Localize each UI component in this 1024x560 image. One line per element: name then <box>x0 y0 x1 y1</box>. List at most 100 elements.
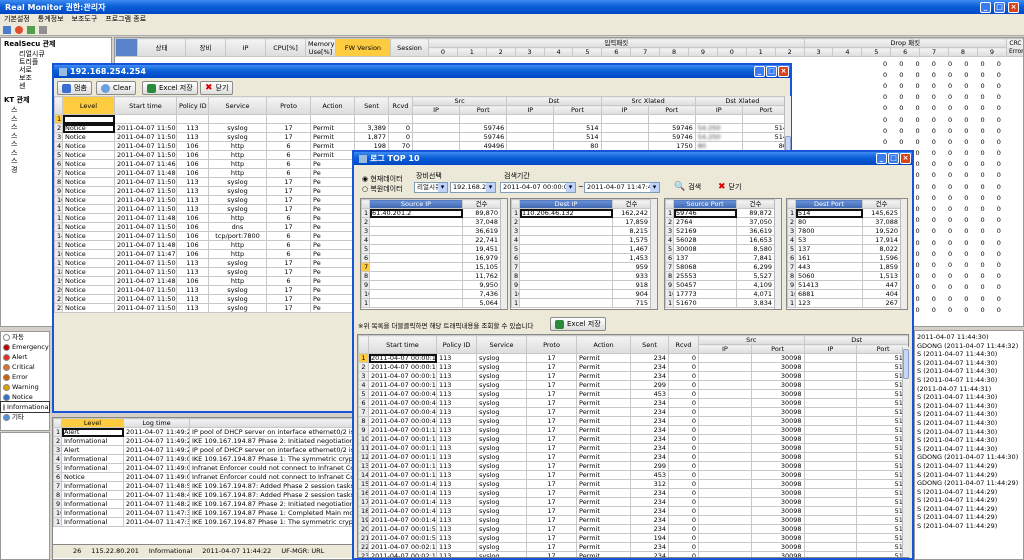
maximize-button[interactable]: □ <box>994 2 1005 13</box>
list-item[interactable]: 3 52169 36,619 <box>665 226 775 236</box>
table-row[interactable]: 9 2011-04-07 00:01:15 113 syslog 17 Permit 234… <box>358 425 908 435</box>
table-row[interactable]: 13 2011-04-07 00:01:15 113 syslog 17 Permit 29… <box>358 461 908 471</box>
list-item[interactable]: 10 7,436 <box>361 289 501 299</box>
col-rcvd[interactable]: Rcvd <box>388 96 413 115</box>
list-item[interactable]: 8 25553 5,527 <box>665 271 775 281</box>
table-row[interactable]: 4 2011-04-07 00:00:16 113 syslog 17 Permit 299… <box>358 380 908 390</box>
list-scrollbar[interactable] <box>500 199 507 309</box>
list-item[interactable]: 9 918 <box>511 280 651 290</box>
table-row[interactable]: 10 2011-04-07 00:01:15 113 syslog 17 Permit 23… <box>358 434 908 444</box>
list-item[interactable]: 7 959 <box>511 262 651 272</box>
table-row[interactable]: 2Notice2011-04-07 11:50:25113syslog17Per… <box>54 123 790 133</box>
level-filter-item[interactable]: Warning <box>1 382 49 392</box>
table-row[interactable]: 17 2011-04-07 00:01:47 113 syslog 17 Permit 23… <box>358 497 908 507</box>
list-item[interactable]: 8 5060 1,513 <box>787 271 901 281</box>
d-col-rcvd[interactable]: Rcvd <box>668 335 699 354</box>
level-filter-item[interactable]: Emergency <box>1 342 49 352</box>
count-header[interactable]: 건수 <box>462 199 501 209</box>
level-filter-item[interactable]: Notice <box>1 392 49 402</box>
alert-row[interactable]: 1 Alert 2011-04-07 11:49:28 IP pool of DHCP… <box>53 427 356 437</box>
source-ip-header[interactable]: Source IP <box>369 199 463 209</box>
alert-row[interactable]: 10Informational2011-04-07 11:47:36IKE 10… <box>53 508 356 518</box>
list-item[interactable]: 3 36,619 <box>361 226 501 236</box>
list-item[interactable]: 2 17,859 <box>511 217 651 227</box>
list-scrollbar[interactable] <box>774 199 781 309</box>
list-item[interactable]: 7 58068 6,299 <box>665 262 775 272</box>
list-item[interactable]: 5 30008 8,580 <box>665 244 775 254</box>
level-filter-item[interactable]: 기타 <box>1 412 49 422</box>
list-item[interactable]: 2 37,048 <box>361 217 501 227</box>
list-item[interactable]: 4 22,741 <box>361 235 501 245</box>
d-col-start-time[interactable]: Start time <box>368 335 437 354</box>
table-row[interactable]: 21 2011-04-07 00:01:53 113 syslog 17 Permit 19… <box>358 533 908 543</box>
list-item[interactable]: 11123267 <box>787 298 901 308</box>
list-item[interactable]: 4 53 17,914 <box>787 235 901 245</box>
list-item[interactable]: 3 8,215 <box>511 226 651 236</box>
table-row[interactable]: 11 2011-04-07 00:01:15 113 syslog 17 Permit 23… <box>358 443 908 453</box>
d-col-proto[interactable]: Proto <box>526 335 577 354</box>
menu-tools[interactable]: 보조도구 <box>72 14 98 24</box>
alert-row[interactable]: 5 Informational 2011-04-07 11:49:04 Infrane… <box>53 463 356 473</box>
d-col-policy[interactable]: Policy ID <box>436 335 477 354</box>
list-item[interactable]: 4 1,575 <box>511 235 651 245</box>
level-filter-item[interactable]: Critical <box>1 362 49 372</box>
menu-stats[interactable]: 통계정보 <box>38 14 64 24</box>
list-item[interactable]: 1 514 145,625 <box>787 208 901 218</box>
log-minimize-button[interactable]: _ <box>754 66 765 77</box>
list-item[interactable]: 2 2764 37,050 <box>665 217 775 227</box>
col-ip[interactable]: IP <box>225 38 266 57</box>
dest-ip-header[interactable]: Dest IP <box>519 199 613 209</box>
device-type-select[interactable]: 리얼시큐 <box>414 182 448 193</box>
dest-port-header[interactable]: Dest Port <box>795 199 863 209</box>
level-filter-item[interactable]: Informational <box>0 401 50 413</box>
col-level[interactable]: Level <box>62 96 115 115</box>
settings-icon[interactable] <box>39 26 47 34</box>
col-session[interactable]: Session <box>390 38 429 57</box>
table-row[interactable]: 1 <box>54 114 790 124</box>
alert-row[interactable]: 9 Informational 2011-04-07 11:48:29 IKE 109… <box>53 499 356 509</box>
alert-row[interactable]: 3 Alert 2011-04-07 11:49:28 IP pool of DHCP… <box>53 445 356 455</box>
table-row[interactable]: 23 2011-04-07 00:02:16 113 syslog 17 Permit 23… <box>358 551 908 557</box>
list-scrollbar[interactable] <box>650 199 657 309</box>
table-row[interactable]: 14 2011-04-07 00:01:15 113 syslog 17 Permit 45… <box>358 470 908 480</box>
level-filter-item[interactable]: 자동 <box>1 332 49 342</box>
monitor-icon[interactable] <box>3 26 11 34</box>
list-item[interactable]: 4 56028 16,653 <box>665 235 775 245</box>
list-item[interactable]: 7 15,105 <box>361 262 501 272</box>
count-header[interactable]: 건수 <box>736 199 775 209</box>
level-filter-item[interactable]: Error <box>1 372 49 382</box>
table-row[interactable]: 16 2011-04-07 00:01:47 113 syslog 17 Permit 23… <box>358 488 908 498</box>
top10-close-button[interactable]: × <box>900 153 911 164</box>
table-row[interactable]: 3 2011-04-07 00:00:16 113 syslog 17 Permit 234… <box>358 371 908 381</box>
radio-restore[interactable]: ○ 복원데이터 <box>362 184 403 194</box>
source-port-header[interactable]: Source Port <box>673 199 737 209</box>
list-item[interactable]: 10 904 <box>511 289 651 299</box>
log-close-button[interactable]: × <box>778 66 789 77</box>
list-item[interactable]: 8 11,762 <box>361 271 501 281</box>
menu-exit[interactable]: 프로그램 종료 <box>105 14 146 24</box>
date-to-input[interactable]: 2011-04-07 11:47:42 <box>584 182 660 193</box>
table-row[interactable]: 2 2011-04-07 00:00:16 113 syslog 17 Permit 234… <box>358 362 908 372</box>
alert-row[interactable]: 11Informational2011-04-07 11:47:35IKE 10… <box>53 517 356 527</box>
d-col-service[interactable]: Service <box>476 335 527 354</box>
d-col-sent[interactable]: Sent <box>630 335 669 354</box>
refresh-icon[interactable] <box>27 26 35 34</box>
list-item[interactable]: 8 933 <box>511 271 651 281</box>
col-action[interactable]: Action <box>310 96 355 115</box>
col-sent[interactable]: Sent <box>354 96 389 115</box>
top10-maximize-button[interactable]: □ <box>888 153 899 164</box>
col-status[interactable]: 상태 <box>137 38 186 57</box>
table-row[interactable]: 5 2011-04-07 00:00:45 113 syslog 17 Permit 453… <box>358 389 908 399</box>
detail-scrollbar[interactable] <box>902 347 909 557</box>
list-item[interactable]: 1 59746 89,872 <box>665 208 775 218</box>
alert-row[interactable]: 6 Notice 2011-04-07 11:49:04 Infranet Enfor… <box>53 472 356 482</box>
alert-row[interactable]: 7 Informational 2011-04-07 11:48:52 IKE 109… <box>53 481 356 491</box>
date-from-input[interactable]: 2011-04-07 00:00:00 <box>500 182 576 193</box>
table-row[interactable]: 7 2011-04-07 00:00:45 113 syslog 17 Permit 234… <box>358 407 908 417</box>
log-maximize-button[interactable]: □ <box>766 66 777 77</box>
filter-cell[interactable] <box>62 114 115 124</box>
tree-node[interactable]: 리얼시큐 <box>1 50 111 58</box>
table-row[interactable]: 1 2011-04-07 00:00:16 113 syslog 17 Permit 234… <box>358 353 908 363</box>
col-device[interactable]: 장비 <box>185 38 226 57</box>
menu-settings[interactable]: 기본설정 <box>4 14 30 24</box>
